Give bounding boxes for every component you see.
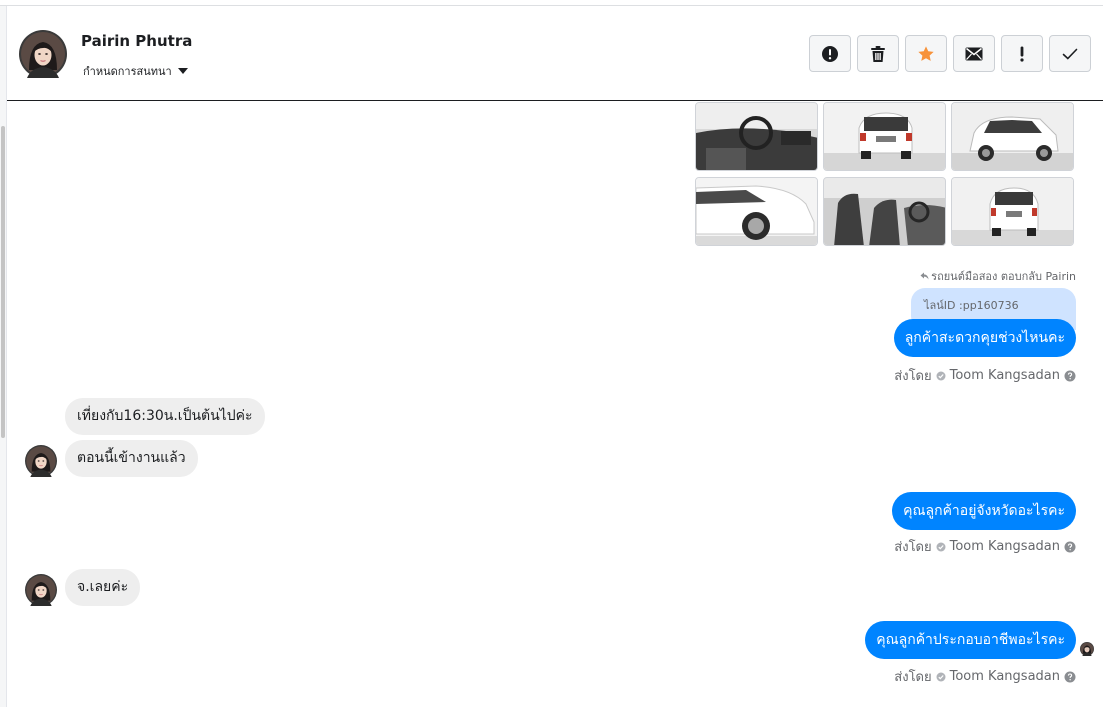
outgoing-message[interactable]: ลูกค้าสะดวกคุยช่วงไหนคะ [893,319,1076,357]
message-text: คุณลูกค้าอยู่จังหวัดอะไรคะ [903,503,1065,519]
reply-arrow-icon [920,272,929,280]
verified-badge-icon [936,672,946,681]
assign-conversation-label: กำหนดการสนทนา [83,65,172,78]
trash-icon [871,45,885,62]
check-icon [1062,48,1078,60]
help-icon[interactable] [1064,370,1076,382]
star-icon [918,45,934,61]
reply-meta: รถยนต์มือสอง ตอบกลับ Pairin [920,267,1076,285]
caret-down-icon [177,68,188,74]
photo-car-interior-dashboard[interactable] [695,102,818,171]
alert-circle-icon [822,45,838,62]
incoming-message[interactable]: จ.เลยค่ะ [65,569,141,606]
verified-badge-icon [936,542,946,551]
photo-car-rear-white[interactable] [823,102,946,171]
contact-avatar[interactable] [19,30,67,78]
exclamation-icon [1020,46,1024,62]
mark-unread-button[interactable] [953,35,995,72]
sent-by-line: ส่งโดย Toom Kangsadan [894,666,1076,687]
envelope-icon [965,47,983,60]
star-button[interactable] [905,35,947,72]
report-button[interactable] [809,35,851,72]
done-button[interactable] [1049,35,1091,72]
left-scroll-track[interactable] [0,6,7,707]
sent-by-line: ส่งโดย Toom Kangsadan [894,536,1076,557]
message-text: ตอนนี้เข้างานแล้ว [77,450,186,466]
message-text: ลูกค้าสะดวกคุยช่วงไหนคะ [904,330,1065,346]
contact-name[interactable]: Pairin Phutra [81,32,192,50]
verified-badge-icon [936,371,946,380]
agent-name[interactable]: Toom Kangsadan [950,368,1060,383]
incoming-message[interactable]: ตอนนี้เข้างานแล้ว [65,440,198,477]
delete-button[interactable] [857,35,899,72]
assign-conversation-dropdown[interactable]: กำหนดการสนทนา [83,62,188,80]
incoming-message[interactable]: เที่ยงกับ16:30น.เป็นต้นไปค่ะ [65,398,265,435]
sent-by-label: ส่งโดย [894,670,932,685]
important-button[interactable] [1001,35,1043,72]
sent-by-label: ส่งโดย [894,369,932,384]
scrollbar-thumb[interactable] [1,126,5,438]
sent-by-label: ส่งโดย [894,540,932,555]
conversation-header: Pairin Phutra กำหนดการสนทนา [7,6,1103,101]
agent-name[interactable]: Toom Kangsadan [950,539,1060,554]
reply-meta-text: รถยนต์มือสอง ตอบกลับ Pairin [931,270,1076,283]
photo-car-rear-white-2[interactable] [951,177,1074,246]
help-icon[interactable] [1064,541,1076,553]
message-text: เที่ยงกับ16:30น.เป็นต้นไปค่ะ [77,408,253,424]
photo-car-side-wheel[interactable] [695,177,818,246]
help-icon[interactable] [1064,671,1076,683]
agent-name[interactable]: Toom Kangsadan [950,669,1060,684]
sent-by-line: ส่งโดย Toom Kangsadan [894,365,1076,386]
photo-car-interior-seats[interactable] [823,177,946,246]
message-text: จ.เลยค่ะ [77,579,129,595]
seen-avatar-indicator [1080,642,1094,656]
photo-car-front-white[interactable] [951,102,1074,171]
conversation-toolbar [809,35,1091,72]
message-text: คุณลูกค้าประกอบอาชีพอะไรคะ [876,632,1065,648]
outgoing-message[interactable]: คุณลูกค้าประกอบอาชีพอะไรคะ [865,621,1076,659]
contact-avatar-small[interactable] [25,445,57,477]
reply-quote-text: ไลน์ID :pp160736 [924,299,1019,312]
contact-avatar-small[interactable] [25,574,57,606]
outgoing-message[interactable]: คุณลูกค้าอยู่จังหวัดอะไรคะ [892,492,1076,530]
